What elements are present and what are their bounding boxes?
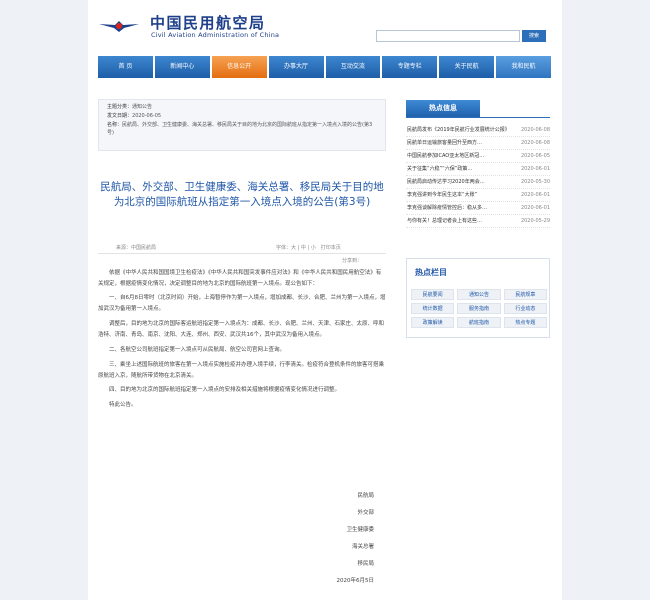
hot-info-text[interactable]: 关于征集“六稳”“六保”政策… bbox=[407, 163, 509, 176]
column-link[interactable]: 航班指南 bbox=[457, 317, 501, 328]
hot-info-text[interactable]: 民航单日运输旅客量回升至西方… bbox=[407, 137, 509, 150]
article-title: 民航局、外交部、卫生健康委、海关总署、移民局关于目的地为北京的国际航班从指定第一… bbox=[100, 181, 384, 208]
hot-info-divider bbox=[406, 117, 550, 118]
site-header: 中国民用航空局 Civil Aviation Administration of… bbox=[88, 0, 562, 52]
hot-info-date: 2020-06-01 bbox=[520, 166, 550, 172]
hot-columns-grid: 民航要闻 通知公告 民航规章 统计数据 服务指南 行业动态 政策解读 航班指南 … bbox=[411, 289, 547, 328]
signature-immigration: 移民局 bbox=[357, 561, 374, 567]
column-link[interactable]: 通知公告 bbox=[457, 289, 501, 300]
page: 中国民用航空局 Civil Aviation Administration of… bbox=[88, 0, 562, 600]
signature-caac: 民航局 bbox=[357, 493, 374, 499]
document-info-box: 主题分类：通知公告 发文日期：2020-06-05 名称：民航局、外交部、卫生健… bbox=[98, 99, 386, 151]
signature-date: 2020年6月5日 bbox=[336, 578, 375, 584]
hot-info-date: 2020-06-08 bbox=[520, 140, 550, 146]
info-name-key: 名称： bbox=[107, 122, 123, 128]
font-size-controls[interactable]: 字体：大 | 中 | 小 打印本页 bbox=[276, 244, 341, 251]
info-date-value: 2020-06-05 bbox=[132, 113, 162, 119]
column-link[interactable]: 统计数据 bbox=[411, 303, 455, 314]
share-link[interactable]: 分享到： bbox=[342, 257, 362, 264]
info-date-key: 发文日期： bbox=[107, 113, 133, 119]
site-logo-subtitle: Civil Aviation Administration of China bbox=[151, 31, 280, 39]
column-link[interactable]: 热点专题 bbox=[503, 317, 547, 328]
column-link[interactable]: 民航要闻 bbox=[411, 289, 455, 300]
article-body: 依据《中华人民共和国国境卫生检疫法》《中华人民共和国突发事件应对法》和《中华人民… bbox=[98, 268, 386, 414]
hot-info-text[interactable]: 中国民航参加ICAO亚太地区新冠… bbox=[407, 150, 509, 163]
column-link[interactable]: 政策解读 bbox=[411, 317, 455, 328]
hot-info-item[interactable]: 中国民航参加ICAO亚太地区新冠… 2020-06-05 bbox=[406, 150, 550, 163]
column-link[interactable]: 行业动态 bbox=[503, 303, 547, 314]
hot-info-item[interactable]: 民航局启动传达学习2020年两会… 2020-05-30 bbox=[406, 176, 550, 189]
nav-me-and-caac[interactable]: 我和民航 bbox=[496, 56, 551, 78]
main-nav: 首 页 新闻中心 信息公开 办事大厅 互动交流 专题专栏 关于民航 我和民航 bbox=[98, 56, 551, 78]
hot-info-item[interactable]: 民航局发布《2019年民航行业发展统计公报》 2020-06-08 bbox=[406, 124, 550, 137]
column-link[interactable]: 服务指南 bbox=[457, 303, 501, 314]
search-input[interactable] bbox=[376, 30, 520, 42]
article-source: 来源：中国民航局 bbox=[116, 245, 157, 251]
info-name-value: 民航局、外交部、卫生健康委、海关总署、移民局关于目的地为北京的国际航班从指定第一… bbox=[107, 122, 373, 136]
article-paragraph: 三、乘坐上述国际航班的旅客在第一入境点实施检疫并办理入境手续，行李清关。检疫符合… bbox=[98, 362, 385, 379]
article-paragraph: 一、自6月8日零时（北京时间）开始，上海暂停作为第一入境点，增加成都、长沙、合肥… bbox=[98, 295, 386, 312]
article-paragraph: 依据《中华人民共和国国境卫生检疫法》《中华人民共和国突发事件应对法》和《中华人民… bbox=[98, 270, 382, 287]
signature-nhc: 卫生健康委 bbox=[346, 527, 374, 533]
article-paragraph: 调整后，目的地为北京的国际客运航班指定第一入境点为：成都、长沙、合肥、兰州、天津… bbox=[98, 321, 385, 338]
nav-news[interactable]: 新闻中心 bbox=[154, 56, 210, 78]
site-logo-title[interactable]: 中国民用航空局 bbox=[150, 12, 266, 33]
hot-info-list: 民航局发布《2019年民航行业发展统计公报》 2020-06-08 民航单日运输旅… bbox=[406, 124, 550, 228]
hot-info-date: 2020-06-05 bbox=[520, 153, 550, 159]
hot-info-text[interactable]: 李克强讲到今年民生这本“大账” bbox=[407, 189, 509, 202]
hot-info-title: 热点信息 bbox=[406, 100, 480, 117]
article-meta-bar: 来源：中国民航局 字体：大 | 中 | 小 打印本页 bbox=[98, 244, 386, 254]
nav-service-hall[interactable]: 办事大厅 bbox=[268, 56, 324, 78]
signature-mfa: 外交部 bbox=[357, 510, 374, 516]
hot-info-date: 2020-05-29 bbox=[520, 218, 550, 224]
hot-info-item[interactable]: 与你有关！总理记者会上有这些… 2020-05-29 bbox=[406, 215, 550, 228]
hot-info-text[interactable]: 与你有关！总理记者会上有这些… bbox=[407, 215, 509, 228]
info-category-row: 主题分类：通知公告 bbox=[107, 103, 377, 112]
hot-info-date: 2020-05-30 bbox=[520, 179, 550, 185]
info-date-row: 发文日期：2020-06-05 bbox=[107, 112, 377, 121]
hot-info-date: 2020-06-01 bbox=[520, 205, 550, 211]
caac-logo-icon[interactable] bbox=[98, 16, 140, 36]
signature-customs: 海关总署 bbox=[351, 544, 374, 550]
article-signatures: 民航局 外交部 卫生健康委 海关总署 移民局 2020年6月5日 bbox=[294, 492, 375, 594]
nav-interaction[interactable]: 互动交流 bbox=[325, 56, 381, 78]
hot-info-date: 2020-06-08 bbox=[520, 127, 550, 133]
hot-columns-title: 热点栏目 bbox=[415, 268, 447, 277]
article-paragraph: 二、各航空公司航班指定第一入境点可从民航局、航空公司官网上查询。 bbox=[109, 347, 286, 353]
hot-info-text[interactable]: 民航局启动传达学习2020年两会… bbox=[407, 176, 509, 189]
hot-info-item[interactable]: 李克强谈解除疫情管控后：稳从多… 2020-06-01 bbox=[406, 202, 550, 215]
info-name-row: 名称：民航局、外交部、卫生健康委、海关总署、移民局关于目的地为北京的国际航班从指… bbox=[107, 121, 377, 137]
hot-info-item[interactable]: 民航单日运输旅客量回升至西方… 2020-06-08 bbox=[406, 137, 550, 150]
hot-info-text[interactable]: 李克强谈解除疫情管控后：稳从多… bbox=[407, 202, 509, 215]
nav-about[interactable]: 关于民航 bbox=[439, 56, 495, 78]
nav-info-public[interactable]: 信息公开 bbox=[211, 56, 267, 78]
hot-columns-box: 热点栏目 民航要闻 通知公告 民航规章 统计数据 服务指南 行业动态 政策解读 … bbox=[406, 258, 550, 338]
hot-info-date: 2020-06-01 bbox=[520, 192, 550, 198]
nav-home[interactable]: 首 页 bbox=[98, 56, 153, 78]
article-paragraph: 四、目的地为北京的国际航班指定第一入境点的安排及相关措施将根据疫情变化情况进行调… bbox=[109, 387, 341, 393]
search-button[interactable]: 搜索 bbox=[522, 30, 546, 42]
hot-info-item[interactable]: 关于征集“六稳”“六保”政策… 2020-06-01 bbox=[406, 163, 550, 176]
column-link[interactable]: 民航规章 bbox=[503, 289, 547, 300]
hot-info-text[interactable]: 民航局发布《2019年民航行业发展统计公报》 bbox=[407, 124, 509, 137]
hot-info-item[interactable]: 李克强讲到今年民生这本“大账” 2020-06-01 bbox=[406, 189, 550, 202]
info-category-value: 通知公告 bbox=[132, 104, 153, 110]
info-category-key: 主题分类： bbox=[107, 104, 133, 110]
article-paragraph: 特此公告。 bbox=[109, 402, 137, 408]
nav-topics[interactable]: 专题专栏 bbox=[382, 56, 438, 78]
